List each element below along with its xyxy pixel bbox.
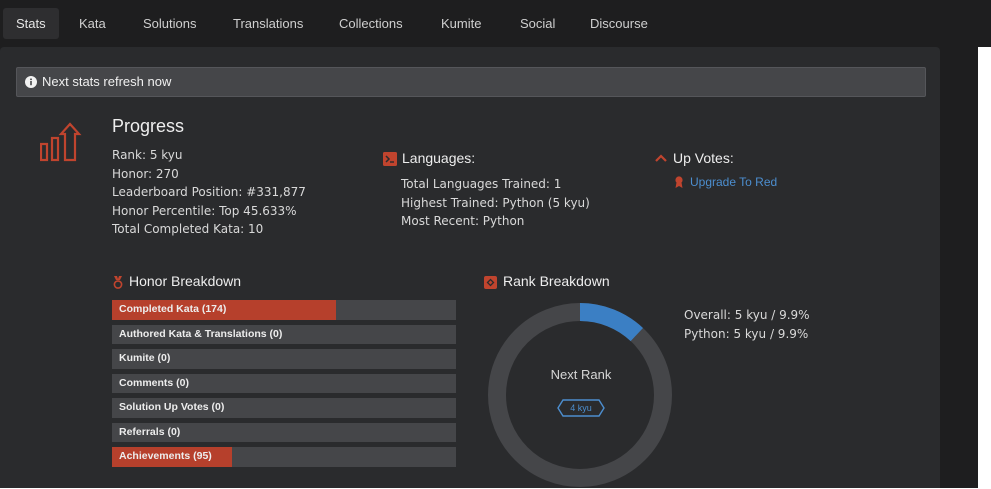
progress-title: Progress xyxy=(112,116,185,136)
upgrade-link-label: Upgrade To Red xyxy=(690,175,778,189)
rank-progress-ring xyxy=(488,303,672,487)
next-rank-badge: 4 kyu xyxy=(557,399,605,417)
right-strip xyxy=(948,0,978,488)
rank-breakdown-stats: Overall: 5 kyu / 9.9% Python: 5 kyu / 9.… xyxy=(684,306,810,343)
honor-bar-authored-kata: Authored Kata & Translations (0) xyxy=(112,324,456,344)
rank-breakdown-title: Rank Breakdown xyxy=(503,273,610,289)
rank-badge-icon xyxy=(484,276,497,289)
progress-stats: Rank: 5 kyu Honor: 270 Leaderboard Posit… xyxy=(112,146,306,239)
overall-rank-stat: Overall: 5 kyu / 9.9% xyxy=(684,308,810,322)
honor-stat: Honor: 270 xyxy=(112,166,179,181)
honor-bar-achievements: Achievements (95) xyxy=(112,447,456,467)
tab-translations[interactable]: Translations xyxy=(220,8,316,39)
tab-solutions[interactable]: Solutions xyxy=(130,8,209,39)
info-icon xyxy=(25,76,37,88)
honor-bar-comments: Comments (0) xyxy=(112,373,456,393)
honor-bar-solution-up-votes: Solution Up Votes (0) xyxy=(112,398,456,418)
terminal-icon xyxy=(383,152,397,166)
honor-bar-referrals: Referrals (0) xyxy=(112,422,456,442)
honor-breakdown-title: Honor Breakdown xyxy=(129,273,242,289)
tab-collections[interactable]: Collections xyxy=(326,8,416,39)
languages-stats: Total Languages Trained: 1 Highest Train… xyxy=(401,175,590,231)
alert-text: Next stats refresh now xyxy=(42,74,172,89)
python-rank-stat: Python: 5 kyu / 9.9% xyxy=(684,326,809,341)
honor-breakdown-bars: Completed Kata (174) Authored Kata & Tra… xyxy=(112,300,456,472)
total-languages-stat: Total Languages Trained: 1 xyxy=(401,177,562,191)
tab-social[interactable]: Social xyxy=(507,8,568,39)
upvotes-title: Up Votes: xyxy=(673,150,734,166)
next-rank-label: Next Rank xyxy=(550,367,612,382)
next-rank-value: 4 kyu xyxy=(570,403,592,413)
refresh-alert: Next stats refresh now xyxy=(16,67,926,97)
chevron-up-icon xyxy=(655,154,667,162)
honor-bar-completed-kata: Completed Kata (174) xyxy=(112,300,456,320)
most-recent-stat: Most Recent: Python xyxy=(401,214,525,228)
tab-kumite[interactable]: Kumite xyxy=(428,8,494,39)
tab-discourse[interactable]: Discourse xyxy=(577,8,661,39)
tab-bar: Stats Kata Solutions Translations Collec… xyxy=(0,0,991,47)
ribbon-icon xyxy=(675,176,683,188)
tab-kata[interactable]: Kata xyxy=(66,8,119,39)
languages-title: Languages: xyxy=(402,150,476,166)
honor-percentile-stat: Honor Percentile: Top 45.633% xyxy=(112,203,297,218)
completed-kata-stat: Total Completed Kata: 10 xyxy=(112,222,264,236)
rank-stat: Rank: 5 kyu xyxy=(112,148,183,162)
leaderboard-stat: Leaderboard Position: #331,877 xyxy=(112,185,306,199)
tab-stats[interactable]: Stats xyxy=(3,8,59,39)
progress-arrow-icon xyxy=(40,122,82,162)
medal-icon xyxy=(113,276,123,289)
upgrade-to-red-link[interactable]: Upgrade To Red xyxy=(674,175,777,189)
honor-bar-kumite: Kumite (0) xyxy=(112,349,456,369)
highest-trained-stat: Highest Trained: Python (5 kyu) xyxy=(401,195,590,210)
